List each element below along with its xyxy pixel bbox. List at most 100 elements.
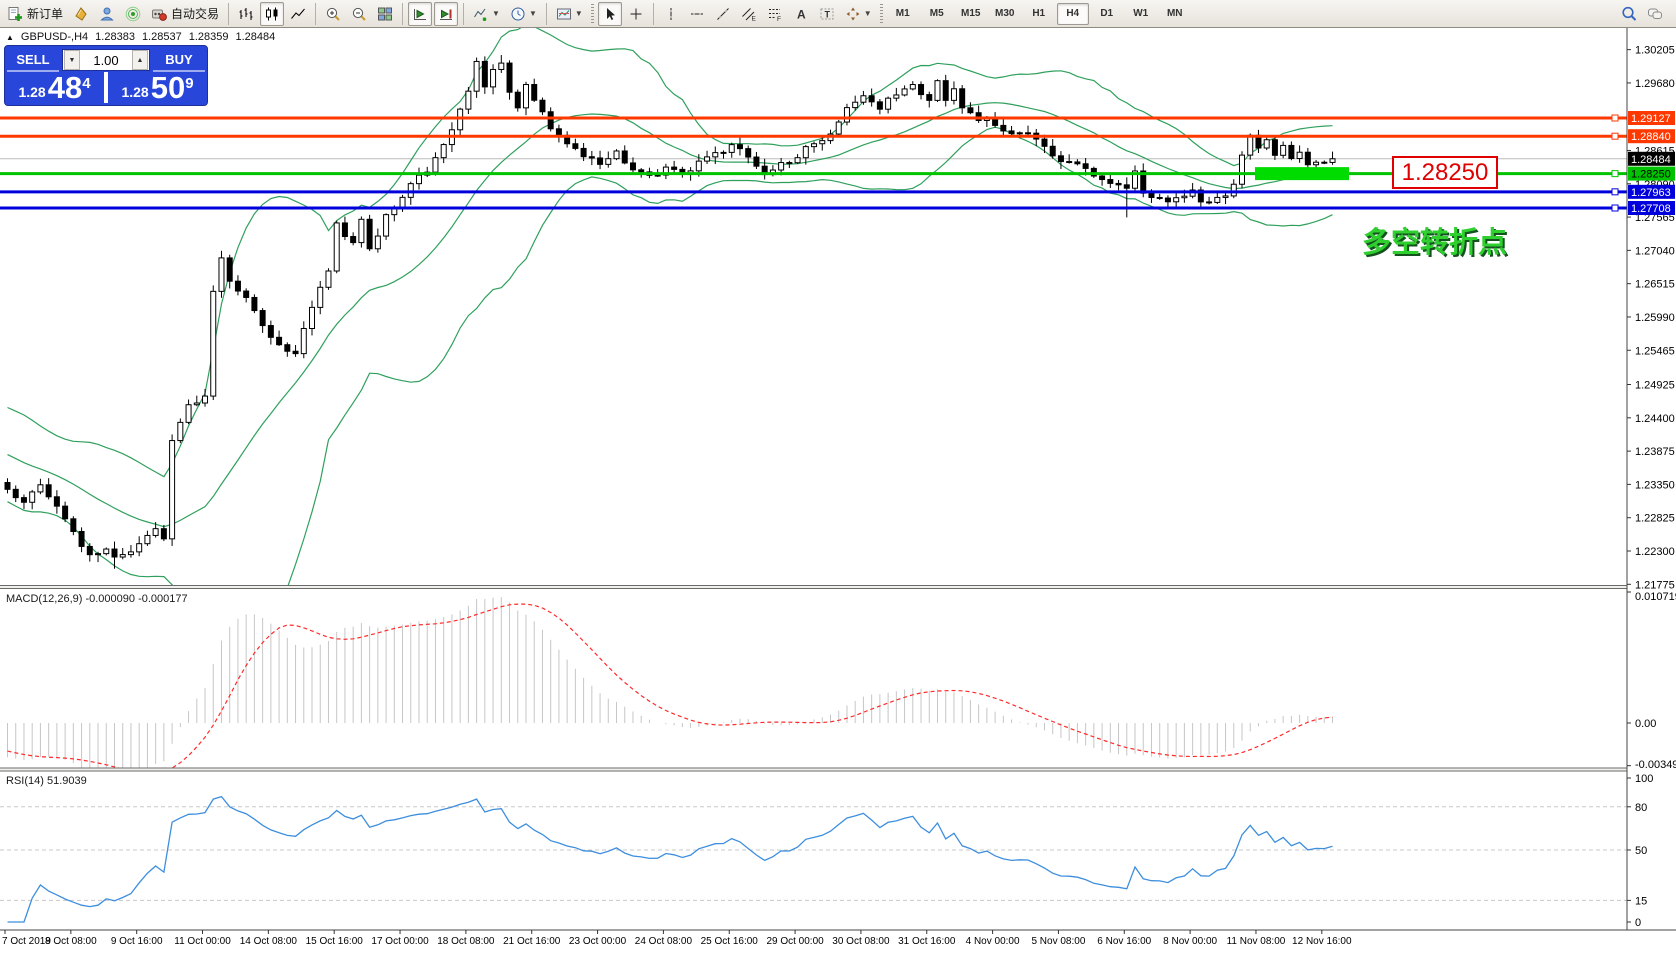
time-tick-label: 31 Oct 16:00 — [898, 936, 956, 947]
level-price-label-text: 1.27963 — [1631, 187, 1671, 199]
community-button[interactable] — [95, 2, 119, 26]
chart-area[interactable]: 1.302051.296801.286151.280901.275651.270… — [0, 28, 1676, 950]
auto-scroll-button[interactable] — [408, 2, 432, 26]
chart-template-button[interactable]: ▼ — [552, 2, 587, 26]
volume-decrease-button[interactable]: ▼ — [64, 50, 80, 70]
rsi-pane — [0, 797, 1627, 922]
chart-canvas[interactable]: 1.302051.296801.286151.280901.275651.270… — [0, 28, 1676, 950]
candle-body — [1157, 197, 1162, 198]
timeframe-d1-button[interactable]: D1 — [1091, 3, 1123, 25]
timeframe-h4-button[interactable]: H4 — [1057, 3, 1089, 25]
chart-shift-button[interactable] — [434, 2, 458, 26]
arrows-button[interactable]: ▼ — [841, 2, 876, 26]
line-chart-button[interactable] — [286, 2, 310, 26]
candle-body — [63, 506, 68, 519]
candle-body — [754, 157, 759, 166]
candle-body — [137, 544, 142, 552]
zoom-in-button[interactable] — [321, 2, 345, 26]
candle-body — [441, 145, 446, 158]
candle-body — [943, 81, 948, 101]
timeframe-h1-button[interactable]: H1 — [1023, 3, 1055, 25]
trendline-button[interactable] — [711, 2, 735, 26]
candle-body — [1297, 152, 1302, 158]
toolbar-separator — [315, 3, 316, 25]
timeframe-m1-button[interactable]: M1 — [887, 3, 919, 25]
indicators-button[interactable]: ▼ — [469, 2, 504, 26]
buy-button[interactable]: BUY — [153, 48, 205, 72]
chevron-down-icon[interactable]: ▼ — [529, 9, 537, 18]
chat-button[interactable] — [1643, 2, 1667, 26]
candle-body — [639, 170, 644, 172]
vline-icon — [663, 6, 679, 22]
equidistant-channel-button[interactable]: E — [737, 2, 761, 26]
new-order-label: 新订单 — [27, 5, 63, 22]
crosshair-button[interactable] — [624, 2, 648, 26]
toolbar-separator — [228, 3, 229, 25]
new-order-icon — [7, 6, 23, 22]
hline-icon — [689, 6, 705, 22]
cursor-button[interactable] — [598, 2, 622, 26]
candle-body — [1026, 133, 1031, 134]
price-tick-label: 1.27040 — [1635, 245, 1675, 257]
candle-body — [474, 61, 479, 91]
sell-button[interactable]: SELL — [7, 48, 59, 72]
collapse-arrow-icon[interactable]: ▲ — [6, 33, 14, 42]
candle-body — [219, 258, 224, 291]
chevron-down-icon[interactable]: ▼ — [492, 9, 500, 18]
text-label-button[interactable]: T — [815, 2, 839, 26]
price-callout-box[interactable]: 1.28250 — [1393, 157, 1497, 188]
main-toolbar: 新订单 自动交易 ▼ ▼ ▼ EFAT ▼ M1M5M15M30H1H4D1W1MN — [0, 0, 1676, 28]
candle-chart-button[interactable] — [260, 2, 284, 26]
candle-body — [935, 81, 940, 101]
candle-body — [548, 112, 553, 129]
periods-button[interactable]: ▼ — [506, 2, 541, 26]
candle-body — [869, 96, 874, 102]
timeframe-mn-button[interactable]: MN — [1159, 3, 1191, 25]
toolbar-grip[interactable] — [591, 4, 594, 24]
chevron-down-icon[interactable]: ▼ — [864, 9, 872, 18]
new-order-button[interactable]: 新订单 — [3, 2, 67, 26]
candle-body — [260, 311, 265, 326]
candle-body — [1009, 131, 1014, 134]
timeframe-m15-button[interactable]: M15 — [955, 3, 987, 25]
volume-value[interactable]: 1.00 — [81, 53, 131, 68]
candle-body — [713, 153, 718, 157]
toolbar-grip[interactable] — [880, 4, 883, 24]
candle-body — [145, 535, 150, 543]
buy-price[interactable]: 1.28 50 9 — [108, 72, 207, 103]
bar-chart-button[interactable] — [234, 2, 258, 26]
chevron-down-icon[interactable]: ▼ — [575, 9, 583, 18]
search-button[interactable] — [1617, 2, 1641, 26]
fibonacci-button[interactable]: F — [763, 2, 787, 26]
candle-body — [894, 95, 899, 98]
candle-body — [1207, 202, 1212, 203]
horizontal-line-button[interactable] — [685, 2, 709, 26]
svg-text:E: E — [751, 15, 756, 22]
level-price-label-text: 1.27708 — [1631, 203, 1671, 215]
autotrading-button[interactable]: 自动交易 — [147, 2, 223, 26]
candle-body — [1100, 176, 1105, 179]
styler-button[interactable] — [69, 2, 93, 26]
candle-body — [523, 85, 528, 108]
timeframe-w1-button[interactable]: W1 — [1125, 3, 1157, 25]
zoom-out-button[interactable] — [347, 2, 371, 26]
rsi-scale-label: 50 — [1635, 845, 1647, 857]
text-button[interactable]: A — [789, 2, 813, 26]
tile-windows-button[interactable] — [373, 2, 397, 26]
candle-body — [820, 141, 825, 144]
vertical-line-button[interactable] — [659, 2, 683, 26]
annotation-note-text[interactable]: 多空转折点 — [1362, 225, 1507, 259]
symbol-timeframe-label: GBPUSD-,H4 — [21, 31, 88, 43]
signals-button[interactable] — [121, 2, 145, 26]
candle-body — [79, 531, 84, 546]
candle-body — [194, 403, 199, 405]
timeframe-m5-button[interactable]: M5 — [921, 3, 953, 25]
timeframe-m30-button[interactable]: M30 — [989, 3, 1021, 25]
candle-body — [21, 498, 26, 503]
candle-body — [310, 307, 315, 328]
candle-body — [556, 129, 561, 136]
sell-price[interactable]: 1.28 48 4 — [5, 72, 104, 103]
time-tick-label: 11 Oct 00:00 — [174, 936, 231, 947]
time-tick-label: 21 Oct 16:00 — [503, 936, 561, 947]
volume-increase-button[interactable]: ▲ — [132, 50, 148, 70]
